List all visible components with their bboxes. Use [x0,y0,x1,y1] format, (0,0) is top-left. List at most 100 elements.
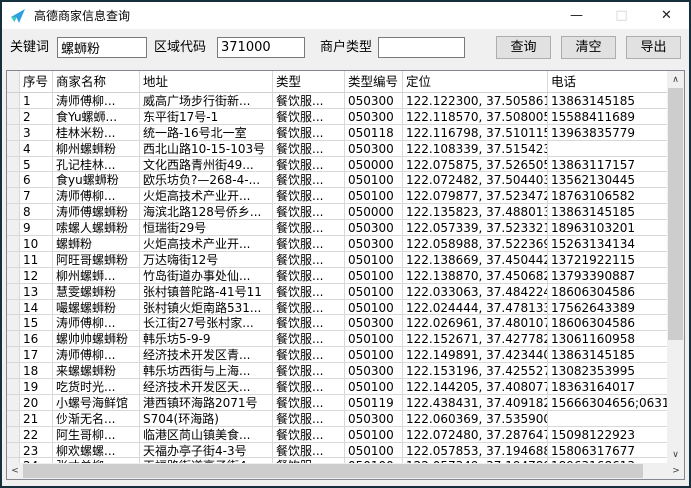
table-cell[interactable]: 050100 [345,188,403,204]
table-cell[interactable]: 螺帅帅螺蛳粉 [53,331,140,347]
table-cell[interactable]: 长江街27号张村家... [140,315,273,331]
column-header[interactable]: 定位 [403,71,548,93]
table-row[interactable]: 6食yu螺蛳粉欧乐坊负?—268-4-...餐饮服...050100122.07… [7,172,667,188]
table-cell[interactable]: 东平街17号-1 [140,109,273,125]
table-cell[interactable]: 西北山路10-15-103号 [140,141,273,157]
scroll-right-icon[interactable]: > [668,463,684,479]
table-cell[interactable]: 慧雯螺蛳粉 [53,284,140,300]
table-row[interactable]: 5孔记桂林...文化西路青州街49...餐饮服...050000122.0758… [7,157,667,173]
table-cell[interactable]: 11 [20,252,53,268]
table-cell[interactable]: 餐饮服... [273,427,345,443]
table-cell[interactable]: 10 [20,236,53,252]
table-cell[interactable]: 050300 [345,109,403,125]
table-row[interactable]: 18来螺螺蛳粉韩乐坊西街与上海...餐饮服...050300122.153196… [7,363,667,379]
keyword-input[interactable] [57,37,147,58]
row-header-cell[interactable] [7,141,20,157]
table-cell[interactable]: S704(环海路) [140,411,273,427]
table-cell[interactable]: 螺蛳粉 [53,236,140,252]
table-cell[interactable]: 涛师傅柳... [53,188,140,204]
table-cell[interactable]: 来螺螺蛳粉 [53,363,140,379]
row-header-cell[interactable] [7,443,20,459]
table-cell[interactable]: 临港区苘山镇美食... [140,427,273,443]
table-cell[interactable]: 海滨北路128号侨乡... [140,204,273,220]
row-header-cell[interactable] [7,109,20,125]
table-cell[interactable]: 18 [20,363,53,379]
table-row[interactable]: 8涛师傅螺蛳粉海滨北路128号侨乡...餐饮服...050000122.1358… [7,204,667,220]
table-cell[interactable]: 050100 [345,284,403,300]
table-row[interactable]: 14嘬螺螺蛳粉张村镇火炬南路531...餐饮服...050100122.0244… [7,300,667,316]
table-row[interactable]: 3桂林米粉...统一路-16号北一室餐饮服...050118122.116798… [7,125,667,141]
minimize-button[interactable]: — [554,2,599,29]
table-cell[interactable]: 13 [20,284,53,300]
table-cell[interactable]: 18763106582 [548,188,667,204]
row-header-cell[interactable] [7,379,20,395]
table-cell[interactable]: 050300 [345,315,403,331]
table-cell[interactable]: 122.072482, 37.504403 [403,172,548,188]
table-cell[interactable]: 050119 [345,395,403,411]
table-row[interactable]: 10螺蛳粉火炬高技术产业开...餐饮服...050300122.058988, … [7,236,667,252]
row-header-cell[interactable] [7,268,20,284]
row-header-cell[interactable] [7,220,20,236]
table-cell[interactable]: 050300 [345,363,403,379]
table-cell[interactable]: 17562643389 [548,300,667,316]
table-cell[interactable]: 4 [20,141,53,157]
table-cell[interactable]: 13562130445 [548,172,667,188]
row-header-cell[interactable] [7,284,20,300]
table-cell[interactable]: 竹岛街道办事处仙... [140,268,273,284]
table-cell[interactable]: 050100 [345,347,403,363]
table-cell[interactable]: 文化西路青州街49... [140,157,273,173]
table-cell[interactable]: 21 [20,411,53,427]
column-header[interactable]: 地址 [140,71,273,93]
row-header-cell[interactable] [7,125,20,141]
table-cell[interactable]: 122.058988, 37.522369 [403,236,548,252]
table-row[interactable]: 22阿生哥柳...临港区苘山镇美食...餐饮服...050100122.0724… [7,427,667,443]
table-cell[interactable]: 13863145185 [548,93,667,109]
merchant-type-input[interactable] [378,37,465,58]
table-row[interactable]: 16螺帅帅螺蛳粉韩乐坊5-9-9餐饮服...050100122.152671, … [7,331,667,347]
table-cell[interactable]: 13863117157 [548,157,667,173]
table-row[interactable]: 1涛师傅柳...威高广场步行街新...餐饮服...050300122.12230… [7,93,667,109]
table-cell[interactable]: 3 [20,125,53,141]
vertical-scrollbar[interactable]: ∧ ∨ [667,71,684,463]
table-cell[interactable]: 13863145185 [548,347,667,363]
table-cell[interactable]: 经济技术开发区天... [140,379,273,395]
row-header-cell[interactable] [7,331,20,347]
table-cell[interactable]: 15 [20,315,53,331]
table-cell[interactable]: 涛师傅螺蛳粉 [53,204,140,220]
table-cell[interactable]: 欧乐坊负?—268-4-... [140,172,273,188]
table-row[interactable]: 11阿旺哥螺蛳粉万达嗨街12号餐饮服...050100122.138669, 3… [7,252,667,268]
table-cell[interactable]: 涛师傅柳... [53,93,140,109]
table-cell[interactable]: 122.152671, 37.427782 [403,331,548,347]
row-header-cell[interactable] [7,157,20,173]
row-header-cell[interactable] [7,172,20,188]
table-cell[interactable]: 18963103201 [548,220,667,236]
table-cell[interactable]: 122.033063, 37.484224 [403,284,548,300]
table-cell[interactable]: 天福办亭子街4-3号 [140,443,273,459]
table-cell[interactable]: 18363164017 [548,379,667,395]
clear-button[interactable]: 清空 [561,36,616,59]
horizontal-scrollbar[interactable]: < > [7,463,684,479]
table-cell[interactable]: 13721922115 [548,252,667,268]
table-cell[interactable]: 餐饮服... [273,125,345,141]
table-cell[interactable]: 阿旺哥螺蛳粉 [53,252,140,268]
table-cell[interactable]: 6 [20,172,53,188]
table-cell[interactable]: 火炬高技术产业开... [140,236,273,252]
table-cell[interactable]: 恒瑞街29号 [140,220,273,236]
table-cell[interactable]: 122.138870, 37.450682 [403,268,548,284]
table-cell[interactable] [548,141,667,157]
table-cell[interactable]: 15806317677 [548,443,667,459]
row-header-cell[interactable] [7,427,20,443]
table-row[interactable]: 2食Yu螺蛳...东平街17号-1餐饮服...050300122.118570,… [7,109,667,125]
table-cell[interactable]: 122.075875, 37.526505 [403,157,548,173]
table-cell[interactable]: 050118 [345,125,403,141]
table-cell[interactable]: 050100 [345,331,403,347]
row-header-cell[interactable] [7,315,20,331]
table-cell[interactable]: 威高广场步行街新... [140,93,273,109]
table-cell[interactable]: 9 [20,220,53,236]
table-cell[interactable]: 13082353995 [548,363,667,379]
scroll-down-icon[interactable]: ∨ [667,446,684,463]
column-header[interactable]: 商家名称 [53,71,140,93]
table-cell[interactable]: 050100 [345,172,403,188]
table-cell[interactable]: 16 [20,331,53,347]
column-header[interactable]: 类型 [273,71,345,93]
